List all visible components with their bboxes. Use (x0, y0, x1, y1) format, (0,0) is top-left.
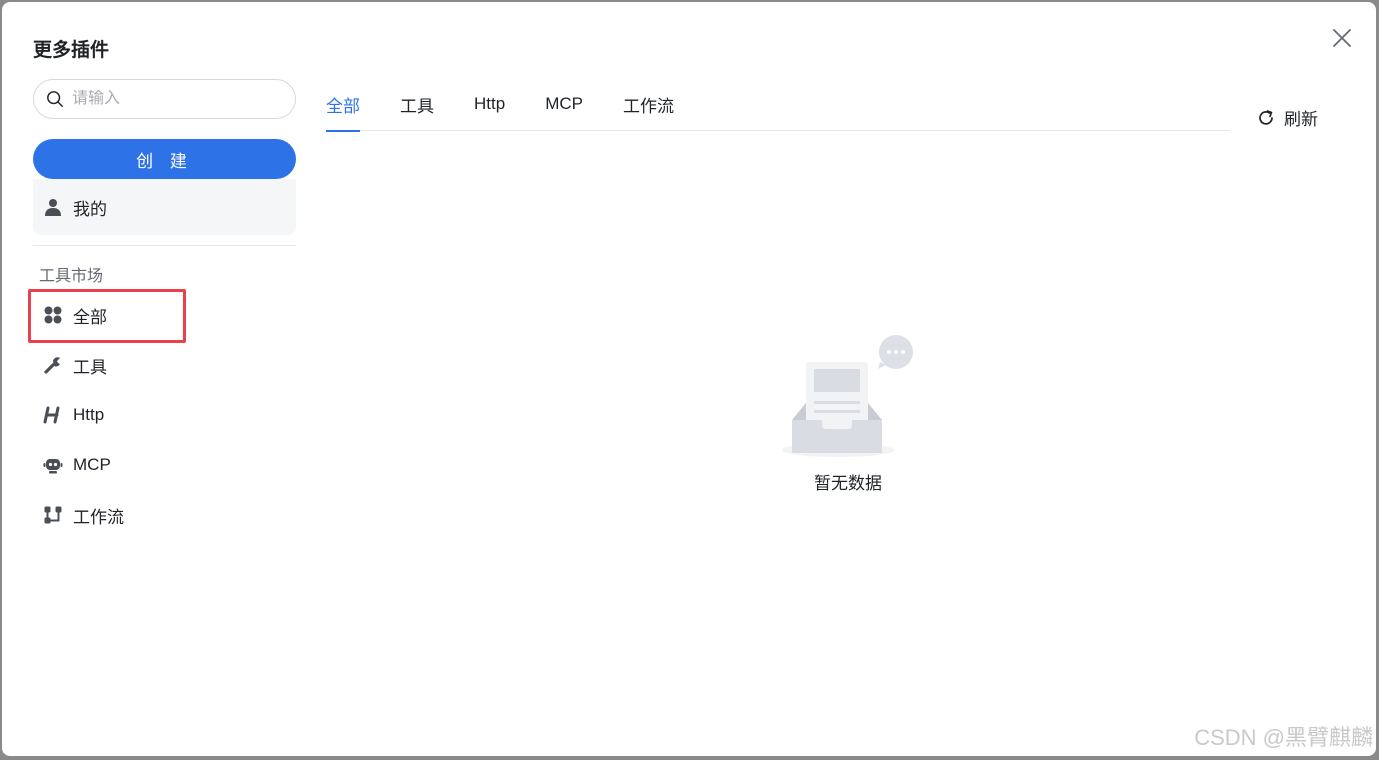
close-icon (1333, 29, 1351, 47)
watermark: CSDN @黑臂麒麟 (1194, 725, 1373, 750)
section-label: 工具市场 (39, 268, 104, 285)
sidebar-item-label: MCP (73, 455, 111, 474)
plugin-dialog: 更多插件 创 建 我的 工具市场 (2, 2, 1376, 756)
sidebar-item-mcp[interactable]: MCP (33, 440, 183, 490)
refresh-label: 刷新 (1284, 110, 1318, 129)
divider (33, 245, 296, 246)
create-button[interactable]: 创 建 (33, 139, 296, 179)
robot-icon (43, 455, 63, 475)
refresh-button[interactable]: 刷新 (1256, 105, 1318, 130)
refresh-icon (1259, 109, 1273, 125)
sidebar-item-all[interactable]: 全部 (33, 290, 183, 340)
tab-tools[interactable]: 工具 (400, 79, 434, 131)
sidebar-item-label: 我的 (73, 199, 107, 219)
close-button[interactable] (1330, 26, 1354, 50)
user-icon (45, 199, 61, 216)
tab-http[interactable]: Http (474, 79, 505, 131)
empty-text: 暂无数据 (814, 474, 882, 493)
sidebar-item-http[interactable]: Http (33, 390, 183, 440)
sidebar-item-mine[interactable]: 我的 (33, 179, 296, 235)
tool-market-nav: 全部 工具 Http MCP 工作流 (33, 290, 297, 540)
sidebar-item-label: 全部 (73, 307, 107, 327)
workflow-icon (43, 505, 63, 525)
tab-bar: 全部 工具 Http MCP 工作流 (326, 79, 1230, 132)
sidebar: 创 建 我的 工具市场 全部 (33, 79, 297, 540)
sidebar-item-workflow[interactable]: 工作流 (33, 490, 183, 540)
sidebar-item-tools[interactable]: 工具 (33, 340, 183, 390)
sidebar-item-label: Http (73, 405, 105, 424)
tab-all[interactable]: 全部 (326, 79, 360, 132)
tab-mcp[interactable]: MCP (545, 79, 583, 131)
empty-inbox-illustration (782, 335, 913, 457)
search-input[interactable] (72, 90, 272, 108)
empty-state: 暂无数据 (778, 335, 918, 505)
sidebar-item-label: 工具 (73, 357, 107, 377)
grid-icon (43, 305, 63, 325)
search-box[interactable] (33, 79, 296, 119)
wrench-icon (43, 355, 63, 375)
tab-workflow[interactable]: 工作流 (623, 79, 674, 131)
search-icon (47, 91, 63, 107)
dialog-title: 更多插件 (33, 40, 110, 61)
http-icon (43, 405, 63, 425)
sidebar-item-label: 工作流 (73, 507, 124, 527)
